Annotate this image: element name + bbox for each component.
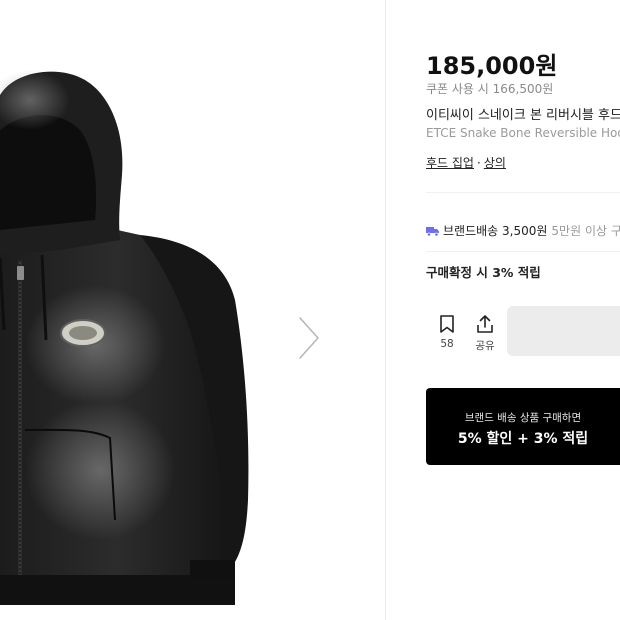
- share-label: 공유: [475, 340, 495, 352]
- product-title-english: ETCE Snake Bone Reversible Hood: [426, 126, 620, 140]
- category-link-tops[interactable]: 상의: [484, 156, 506, 170]
- next-image-button[interactable]: [290, 310, 330, 366]
- buy-button[interactable]: [507, 306, 620, 356]
- shipping-condition: 5만원 이상 구매: [551, 224, 620, 238]
- shipping-label: 브랜드배송 3,500원: [443, 224, 548, 238]
- bookmark-count: 58: [440, 338, 454, 350]
- chevron-right-icon: [298, 316, 320, 360]
- divider: [426, 251, 620, 252]
- promo-banner[interactable]: 브랜드 배송 상품 구매하면 5% 할인 + 3% 적립: [426, 388, 620, 465]
- category-breadcrumb: 후드 집업 · 상의: [426, 154, 506, 171]
- coupon-price: 쿠폰 사용 시 166,500원: [426, 82, 554, 96]
- bookmark-button[interactable]: 58: [427, 314, 467, 350]
- product-title: 이티씨이 스네이크 본 리버시블 후드: [426, 108, 620, 123]
- product-price: 185,000원: [426, 52, 558, 80]
- promo-line-1: 브랜드 배송 상품 구매하면: [464, 412, 582, 424]
- points-info: 구매확정 시 3% 적립: [426, 265, 541, 280]
- product-info-panel: 185,000원 쿠폰 사용 시 166,500원 이티씨이 스네이크 본 리버…: [386, 0, 620, 620]
- share-button[interactable]: 공유: [465, 314, 505, 353]
- category-link-hood-zipup[interactable]: 후드 집업: [426, 156, 474, 170]
- product-image-area: [0, 0, 385, 620]
- truck-icon: [426, 226, 439, 236]
- share-icon: [477, 315, 493, 333]
- bookmark-icon: [440, 315, 454, 333]
- shipping-info: 브랜드배송 3,500원 5만원 이상 구매: [426, 222, 620, 239]
- category-separator: ·: [476, 156, 481, 170]
- divider: [426, 192, 620, 193]
- promo-line-2: 5% 할인 + 3% 적립: [457, 431, 589, 447]
